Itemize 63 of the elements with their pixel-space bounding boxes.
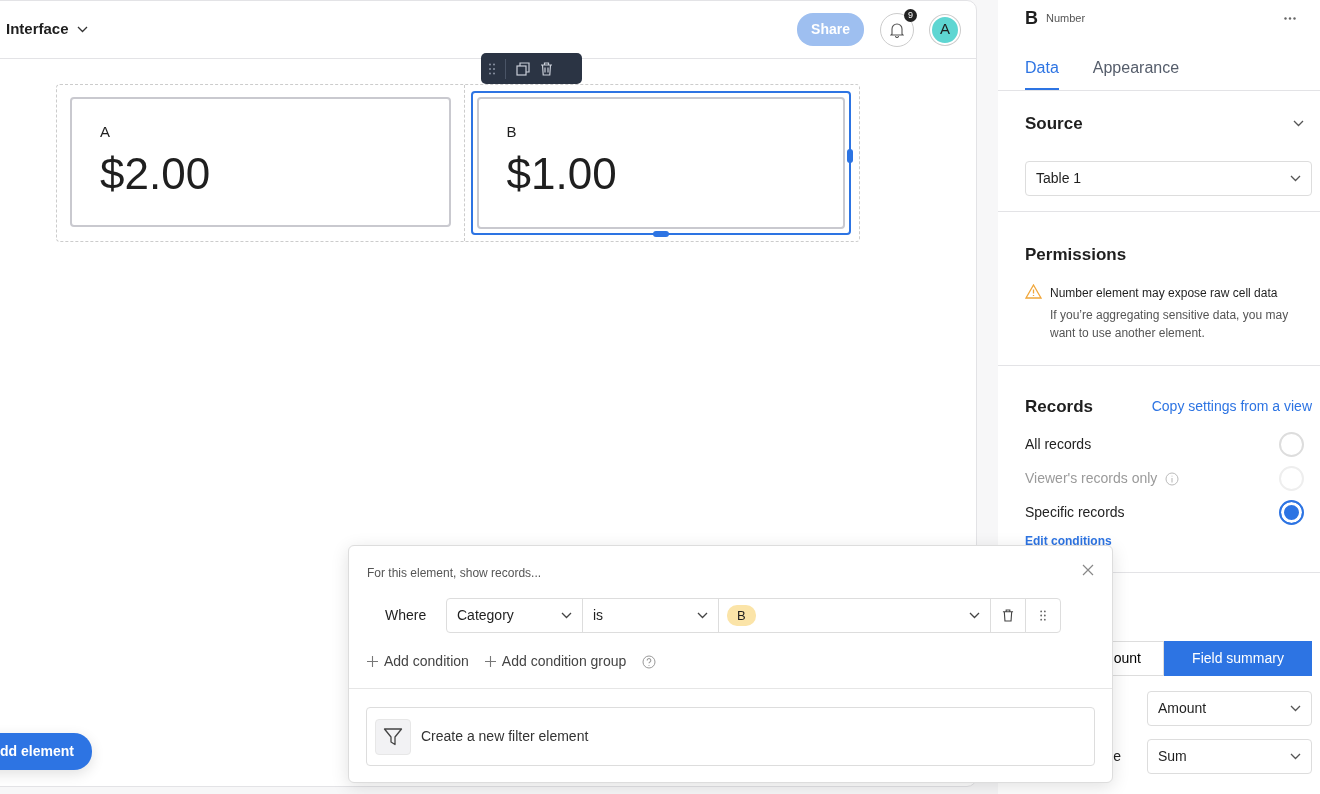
drag-handle-icon <box>1040 610 1046 621</box>
element-name: B <box>1025 6 1038 30</box>
card-label: B <box>506 122 518 142</box>
table-dropdown[interactable]: Table 1 <box>1025 160 1312 196</box>
popover-title: For this element, show records... <box>367 565 542 582</box>
drag-handle-button[interactable] <box>1025 598 1061 633</box>
option-label: All records <box>1025 435 1092 454</box>
chevron-down-icon[interactable] <box>76 26 88 33</box>
warning-title: Number element may expose raw cell data <box>1050 284 1279 302</box>
where-label: Where <box>384 606 428 625</box>
trash-icon[interactable] <box>540 61 553 76</box>
plus-icon <box>484 656 496 667</box>
bell-icon <box>890 21 904 38</box>
card-value: $1.00 <box>506 149 618 198</box>
plus-icon <box>367 656 378 667</box>
chevron-down-icon[interactable] <box>1293 120 1304 128</box>
panel-tab[interactable]: Appearance <box>1092 56 1180 90</box>
add-condition-group-button[interactable]: Add condition group <box>484 651 627 672</box>
more-icon[interactable] <box>1284 16 1296 20</box>
user-avatar[interactable]: A <box>930 14 960 45</box>
notifications-button[interactable]: 9 <box>880 12 914 47</box>
card-value: $2.00 <box>100 149 212 198</box>
element-type: Number <box>1046 10 1086 26</box>
chevron-down-icon <box>1290 753 1301 760</box>
field-dropdown[interactable]: Category <box>446 598 583 633</box>
duplicate-icon[interactable] <box>516 61 530 76</box>
chevron-down-icon <box>697 612 708 619</box>
warning-icon <box>1025 283 1042 299</box>
summary-dropdown[interactable]: Amount <box>1147 691 1312 726</box>
trash-icon <box>1002 609 1014 622</box>
field-label: e <box>1112 747 1122 766</box>
interface-title[interactable]: Interface <box>6 18 69 41</box>
card-label: A <box>100 122 111 142</box>
chevron-down-icon <box>561 612 572 619</box>
create-filter-element-button[interactable]: Create a new filter element <box>366 707 1095 766</box>
drag-handle-icon[interactable] <box>489 62 495 75</box>
resize-handle[interactable] <box>847 149 853 163</box>
resize-handle[interactable] <box>652 231 669 237</box>
section-title: Permissions <box>1025 244 1128 266</box>
add-condition-button[interactable]: Add condition <box>367 651 469 672</box>
section-title: Source <box>1025 113 1083 135</box>
summary-dropdown[interactable]: Sum <box>1147 739 1312 774</box>
radio-button[interactable] <box>1279 500 1304 525</box>
section-title: Records <box>1025 396 1094 418</box>
chevron-down-icon <box>1290 174 1301 182</box>
panel-tab[interactable]: Data <box>1025 56 1059 90</box>
help-icon[interactable] <box>642 654 657 669</box>
value-dropdown[interactable]: B <box>718 598 991 633</box>
close-icon[interactable] <box>1082 564 1094 576</box>
chevron-down-icon <box>1290 705 1301 712</box>
copy-settings-link[interactable]: Copy settings from a view <box>1151 396 1312 418</box>
number-card[interactable]: B $1.00 <box>476 97 845 229</box>
delete-condition-button[interactable] <box>990 598 1026 633</box>
summary-mode-button[interactable]: Field summary <box>1164 641 1312 676</box>
option-label: Specific records <box>1025 503 1125 522</box>
warning-text: If you’re aggregating sensitive data, you may want to use another element. <box>1050 306 1290 342</box>
funnel-icon <box>383 726 403 747</box>
operator-dropdown[interactable]: is <box>582 598 719 633</box>
chevron-down-icon <box>969 612 980 619</box>
number-card[interactable]: A $2.00 <box>70 97 451 227</box>
option-label: Viewer's records only <box>1025 469 1158 488</box>
notification-count: 9 <box>904 8 917 22</box>
add-element-button[interactable]: dd element <box>0 733 92 770</box>
